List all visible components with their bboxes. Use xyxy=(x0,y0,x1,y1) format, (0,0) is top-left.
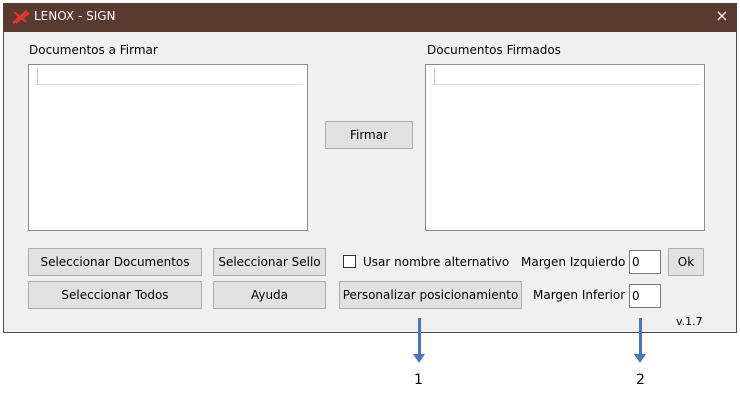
signed-documents-list[interactable] xyxy=(425,64,705,231)
window-title: LENOX - SIGN xyxy=(34,9,116,23)
version-label: v.1.7 xyxy=(676,315,703,328)
annotation-arrow-1 xyxy=(418,318,421,354)
annotation-arrow-1-head xyxy=(413,354,425,363)
bottom-margin-label: Margen Inferior xyxy=(533,288,626,302)
left-margin-input[interactable]: 0 xyxy=(629,250,661,274)
annotation-arrow-2-head xyxy=(634,354,646,363)
pending-documents-list[interactable] xyxy=(28,64,308,231)
left-margin-label: Margen Izquierdo xyxy=(521,255,626,269)
list-header xyxy=(432,69,700,85)
select-all-button[interactable]: Seleccionar Todos xyxy=(28,281,202,309)
alt-name-label: Usar nombre alternativo xyxy=(363,255,510,269)
list-header-divider xyxy=(434,69,435,85)
close-icon[interactable]: × xyxy=(712,5,732,27)
lenox-logo-icon xyxy=(12,10,30,24)
help-button[interactable]: Ayuda xyxy=(213,281,326,309)
ok-button[interactable]: Ok xyxy=(668,248,704,276)
select-seal-button[interactable]: Seleccionar Sello xyxy=(213,248,326,276)
list-header-divider xyxy=(37,69,38,85)
pending-documents-label: Documentos a Firmar xyxy=(29,43,158,57)
list-header xyxy=(35,69,303,85)
alt-name-checkbox[interactable] xyxy=(343,255,356,268)
annotation-marker-2: 2 xyxy=(636,372,645,388)
sign-button[interactable]: Firmar xyxy=(325,121,413,149)
annotation-marker-1: 1 xyxy=(414,372,423,388)
select-documents-button[interactable]: Seleccionar Documentos xyxy=(28,248,202,276)
annotation-arrow-2 xyxy=(639,318,642,354)
bottom-margin-input[interactable]: 0 xyxy=(629,284,661,308)
signed-documents-label: Documentos Firmados xyxy=(427,43,561,57)
customize-position-button[interactable]: Personalizar posicionamiento xyxy=(339,281,522,309)
